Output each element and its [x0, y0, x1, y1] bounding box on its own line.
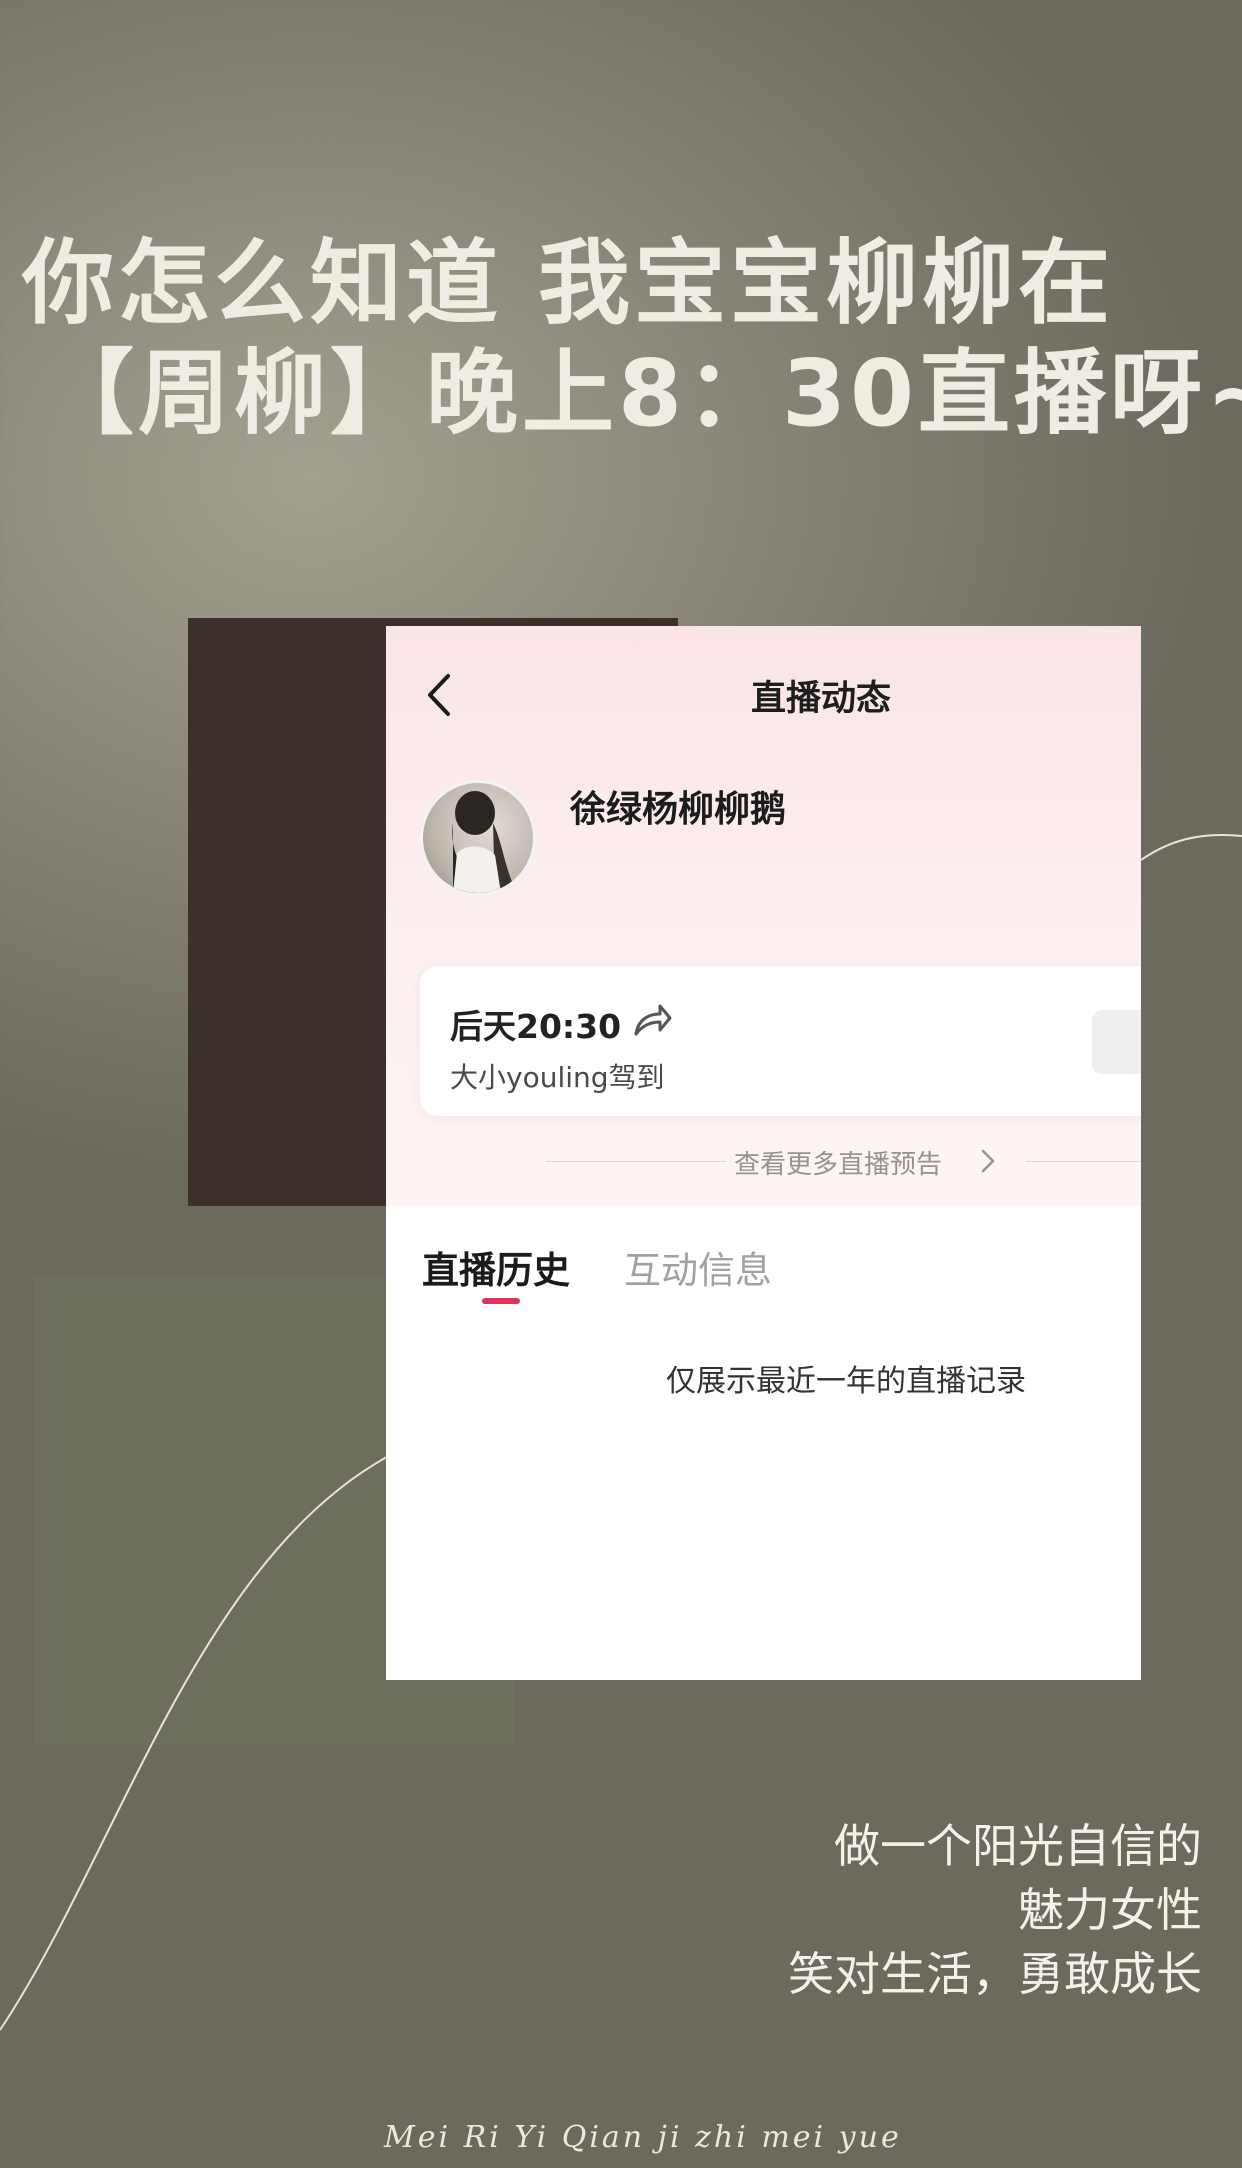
tab-interaction-info[interactable]: 互动信息 [624, 1240, 772, 1294]
page-title: 直播动态 [750, 679, 891, 719]
username: 徐绿杨柳柳鹅 [570, 789, 787, 830]
live-preview-card[interactable]: 后天20:30 大小youling驾到 [420, 966, 1141, 1116]
slogan-line-1: 做一个阳光自信的 [834, 1819, 1202, 1873]
slogan-line-2: 魅力女性 [1018, 1883, 1202, 1937]
avatar[interactable] [420, 780, 536, 896]
preview-subtitle: 大小youling驾到 [450, 1061, 665, 1094]
chevron-right-icon[interactable] [980, 1148, 996, 1174]
divider-left [546, 1161, 726, 1162]
live-header-area: 直播动态 徐绿杨柳柳鹅 后天20:30 大小youling驾到 查看更多直播预告 [386, 626, 1141, 1206]
divider-right [1026, 1161, 1141, 1162]
footer-script-text: Mei Ri Yi Qian ji zhi mei yue [384, 2120, 902, 2155]
tab-live-history[interactable]: 直播历史 [422, 1240, 570, 1294]
tabs-section: 直播历史 互动信息 仅展示最近一年的直播记录 [386, 1206, 1141, 1680]
share-arrow-icon[interactable] [632, 1002, 672, 1038]
more-previews-link[interactable]: 查看更多直播预告 [734, 1144, 942, 1181]
history-empty-note: 仅展示最近一年的直播记录 [666, 1364, 1026, 1399]
chevron-left-icon[interactable] [422, 670, 456, 720]
phone-screenshot-card: 直播动态 徐绿杨柳柳鹅 后天20:30 大小youling驾到 查看更多直播预告 [386, 626, 1141, 1680]
slogan-line-3: 笑对生活，勇敢成长 [788, 1947, 1202, 2001]
preview-time: 后天20:30 [450, 1007, 622, 1046]
active-tab-indicator [482, 1298, 520, 1304]
preview-action-button[interactable] [1092, 1010, 1141, 1074]
